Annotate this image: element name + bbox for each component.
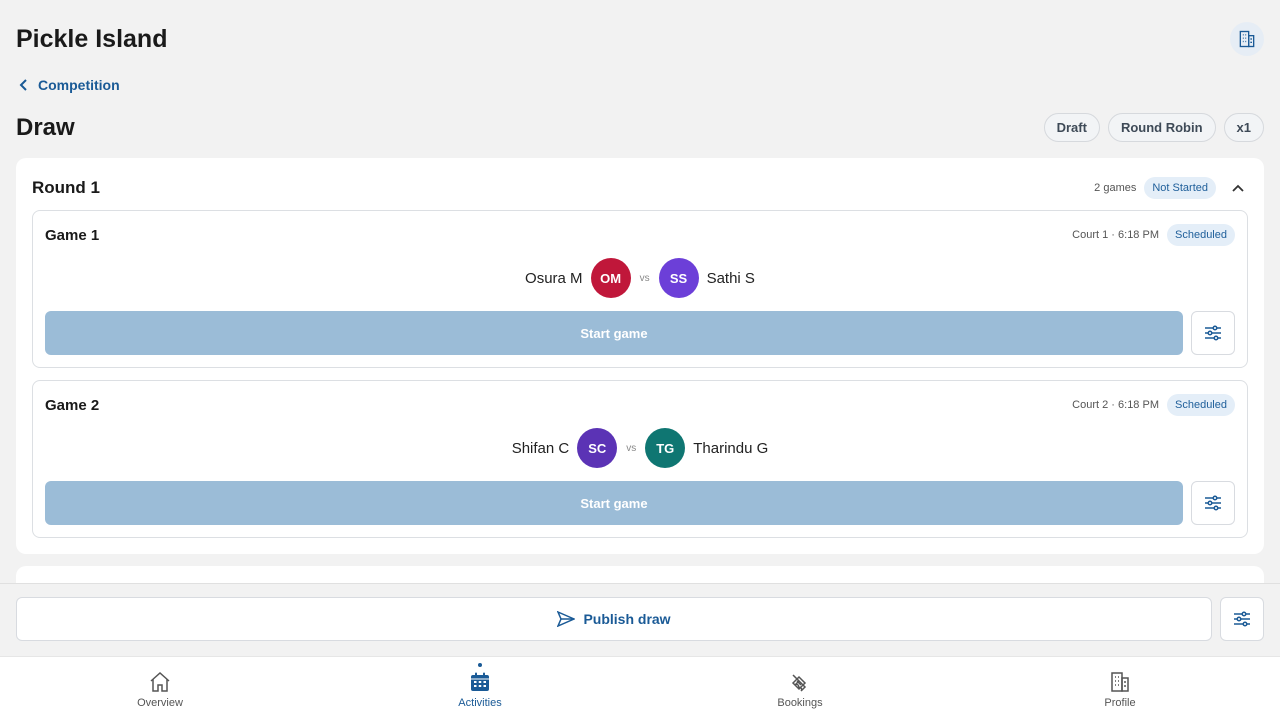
player-name: Shifan C (511, 439, 570, 457)
nav-item-profile[interactable]: Profile (960, 657, 1280, 721)
game-court-time: Court 1 · 6:18 PM (1072, 229, 1159, 241)
start-game-button[interactable]: Start game (45, 311, 1183, 355)
send-icon (557, 611, 576, 627)
player-name: Tharindu G (693, 439, 769, 457)
format-chip: Round Robin (1107, 113, 1216, 142)
collapse-round-button[interactable] (1228, 178, 1248, 198)
avatar: TG (645, 428, 686, 468)
avatar: SS (658, 258, 699, 298)
bottom-nav: Overview Activities Bookings Profile (0, 656, 1280, 721)
repeat-chip: x1 (1223, 113, 1264, 142)
nav-label: Bookings (777, 697, 823, 709)
player-name: Sathi S (706, 269, 755, 287)
game-court-time: Court 2 · 6:18 PM (1072, 399, 1159, 411)
round-header: Round 1 2 games Not Started (32, 176, 1248, 200)
draw-settings-button[interactable] (1220, 597, 1264, 641)
back-link-label: Competition (38, 77, 120, 93)
venue-button[interactable] (1230, 22, 1264, 56)
sliders-icon (1234, 611, 1250, 627)
nav-item-activities[interactable]: Activities (320, 657, 640, 721)
matchup: Shifan C SC vs TG Tharindu G (33, 428, 1247, 468)
round-title: Round 1 (32, 178, 100, 197)
game-status-badge: Scheduled (1167, 394, 1235, 416)
draw-chips: Draft Round Robin x1 (1043, 113, 1264, 142)
ticket-icon (791, 674, 807, 692)
round-status-badge: Not Started (1144, 177, 1216, 199)
publish-draw-button[interactable]: Publish draw (16, 597, 1212, 641)
calendar-icon (471, 672, 489, 691)
game-card: Game 2 Court 2 · 6:18 PM Scheduled Shifa… (32, 380, 1248, 538)
back-link[interactable]: Competition (18, 77, 120, 93)
publish-draw-label: Publish draw (583, 611, 671, 627)
player-name: Osura M (525, 269, 583, 287)
building-icon (1111, 672, 1129, 692)
round-games-count: 2 games (1094, 182, 1137, 194)
game-title: Game 2 (45, 396, 100, 414)
game-title: Game 1 (45, 226, 100, 244)
nav-item-bookings[interactable]: Bookings (640, 657, 960, 721)
game-settings-button[interactable] (1191, 311, 1235, 355)
sliders-icon (1205, 325, 1221, 341)
game-status-badge: Scheduled (1167, 224, 1235, 246)
home-icon (150, 671, 170, 692)
sliders-icon (1205, 495, 1221, 511)
building-icon (1239, 30, 1255, 48)
vs-label: vs (626, 442, 637, 454)
vs-label: vs (639, 272, 650, 284)
avatar: OM (590, 258, 631, 298)
app-title: Pickle Island (16, 25, 168, 53)
round-card: Round 1 2 games Not Started Game 1 Court… (16, 158, 1264, 554)
page-title: Draw (16, 114, 75, 141)
chevron-up-icon (1232, 184, 1244, 192)
active-indicator (478, 663, 482, 667)
start-game-button[interactable]: Start game (45, 481, 1183, 525)
game-settings-button[interactable] (1191, 481, 1235, 525)
nav-item-overview[interactable]: Overview (0, 657, 320, 721)
avatar: SC (577, 428, 618, 468)
nav-label: Profile (1104, 697, 1136, 709)
publish-panel: Publish draw (0, 583, 1280, 656)
nav-label: Overview (137, 697, 183, 709)
chevron-left-icon (19, 79, 27, 91)
status-chip: Draft (1043, 113, 1100, 142)
matchup: Osura M OM vs SS Sathi S (33, 258, 1247, 298)
game-card: Game 1 Court 1 · 6:18 PM Scheduled Osura… (32, 210, 1248, 368)
nav-label: Activities (458, 697, 502, 709)
